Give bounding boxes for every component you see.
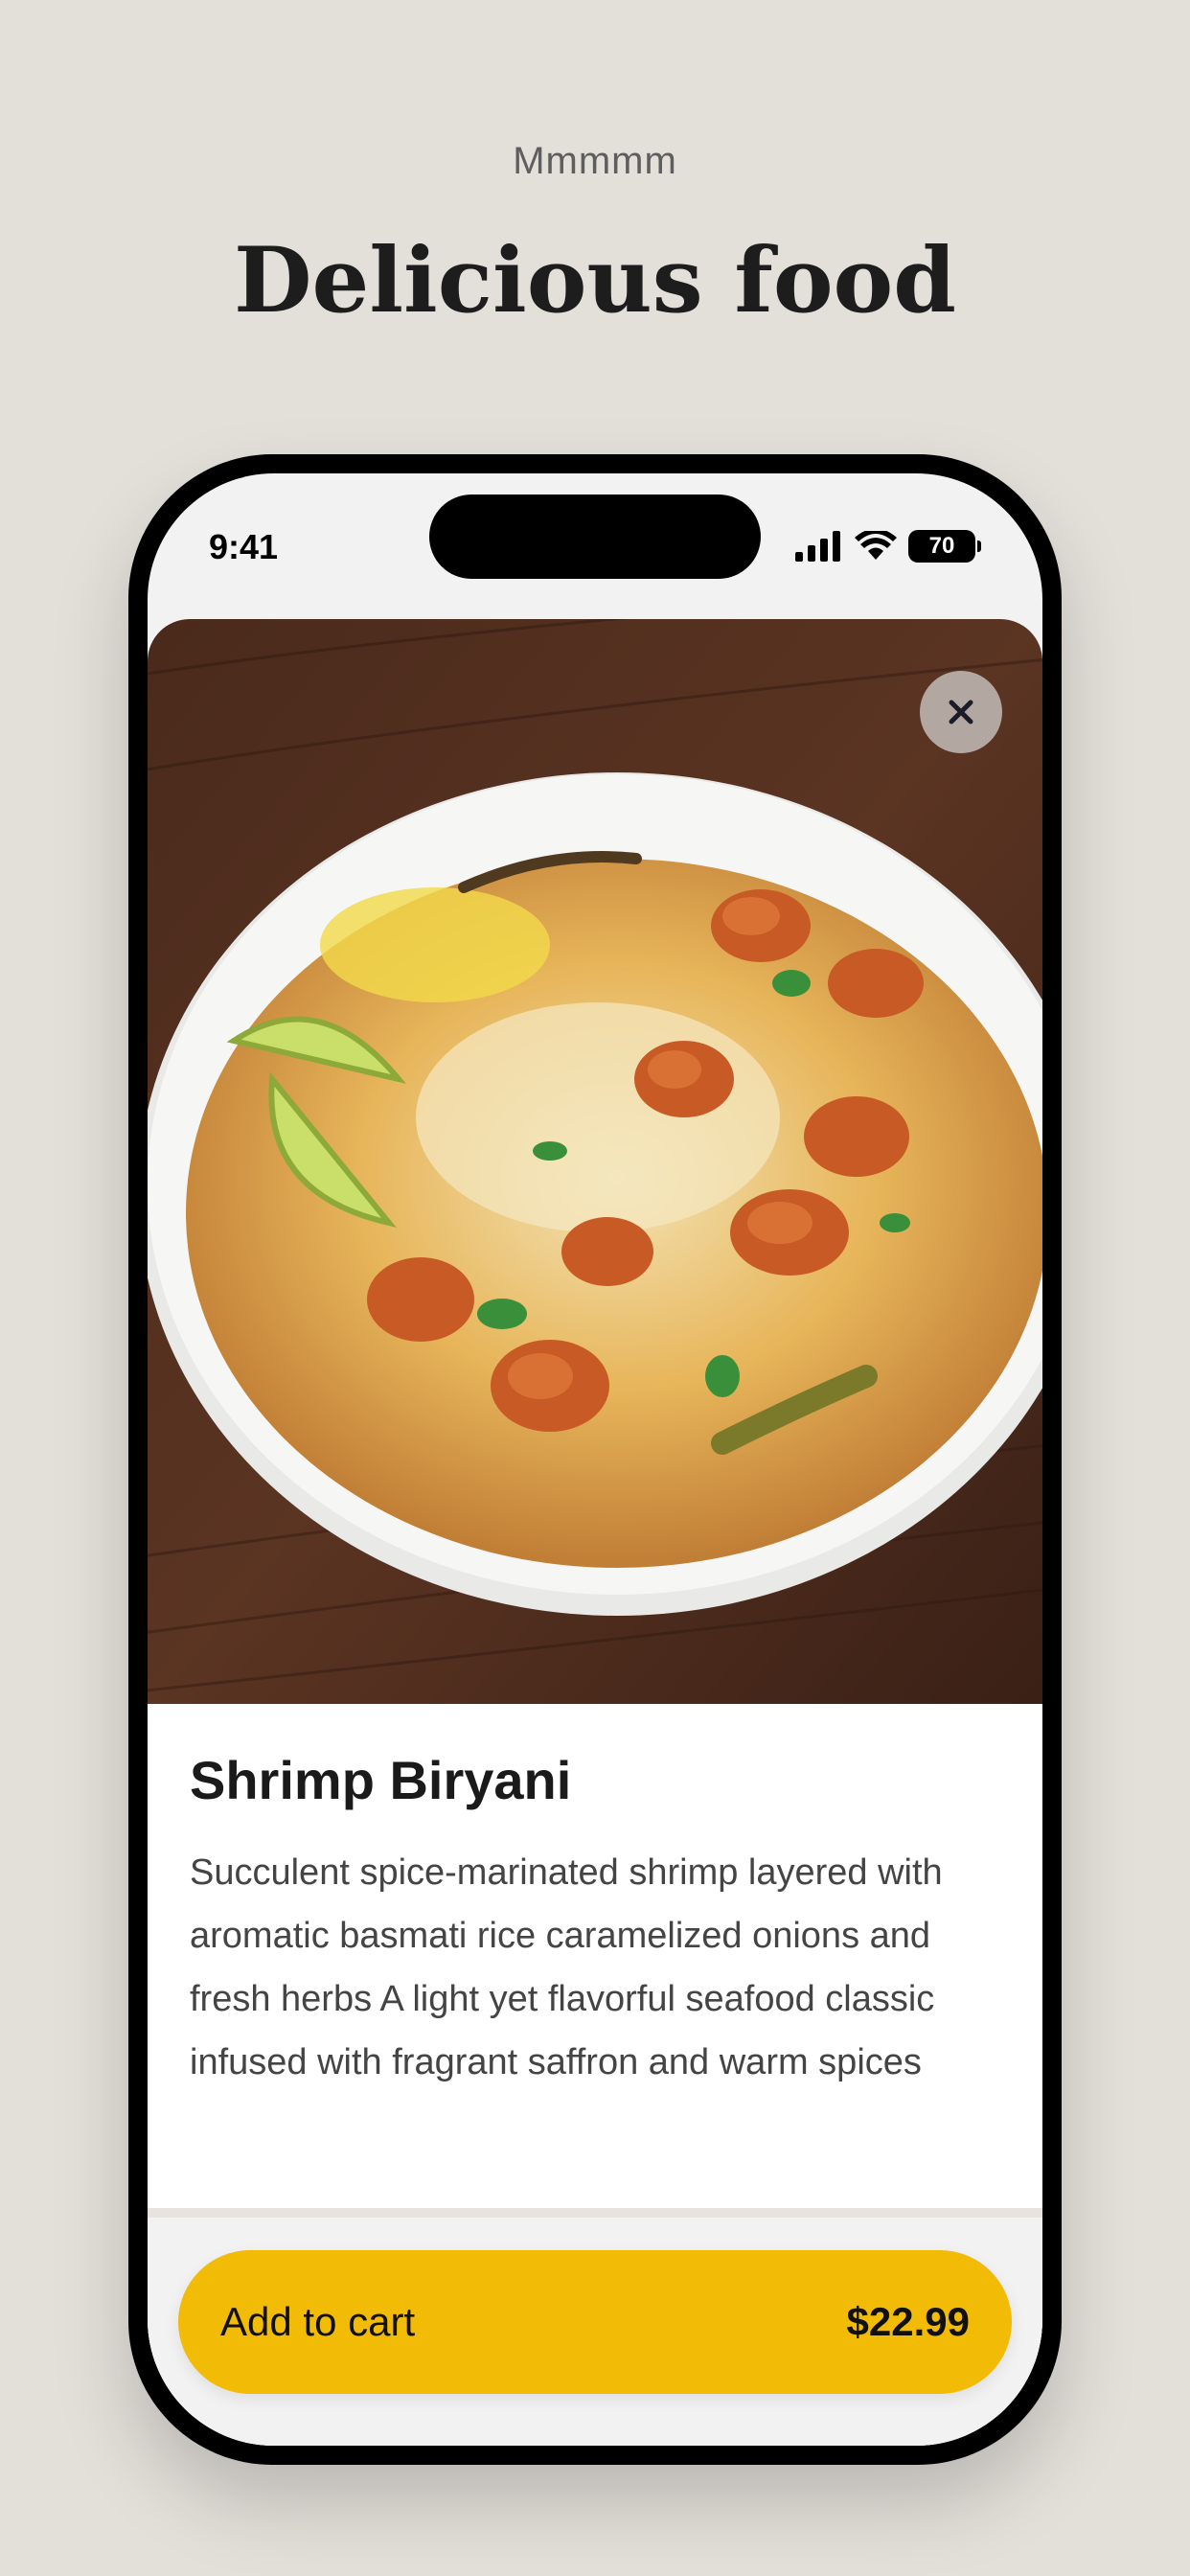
- product-sheet: Shrimp Biryani Succulent spice-marinated…: [148, 619, 1042, 2446]
- shrimp-biryani-photo: [148, 619, 1042, 1704]
- food-image: [148, 619, 1042, 1704]
- dynamic-island: [429, 494, 761, 579]
- product-description: Succulent spice-marinated shrimp layered…: [190, 1852, 943, 2083]
- add-to-cart-label: Add to cart: [220, 2299, 416, 2344]
- product-details: Shrimp Biryani Succulent spice-marinated…: [190, 1748, 1004, 2094]
- battery-level: 70: [908, 530, 975, 563]
- battery-icon: 70: [908, 530, 981, 563]
- battery-tip: [977, 540, 981, 552]
- divider: [148, 2208, 1042, 2218]
- status-icons: 70: [795, 527, 981, 565]
- cart-footer: Add to cart $22.99: [148, 2218, 1042, 2446]
- eyebrow-text: Mmmmm: [513, 140, 677, 182]
- add-to-cart-button[interactable]: Add to cart $22.99: [178, 2250, 1012, 2394]
- page: Mmmmm Delicious food 9:41 70 Shrimp Biry…: [0, 0, 1190, 2576]
- signal-icon: [795, 531, 840, 562]
- close-button[interactable]: [920, 671, 1002, 753]
- product-name: Shrimp Biryani: [190, 1750, 572, 1810]
- phone-screen: 9:41 70 Shrimp Biryani Succulent spice-m…: [148, 473, 1042, 2446]
- phone-frame: 9:41 70 Shrimp Biryani Succulent spice-m…: [128, 454, 1062, 2465]
- cart-price: $22.99: [846, 2299, 970, 2344]
- wifi-icon: [855, 531, 897, 560]
- status-bar: 9:41 70: [148, 473, 1042, 617]
- page-title: Delicious food: [234, 228, 956, 334]
- status-time: 9:41: [209, 527, 279, 566]
- close-icon: [949, 700, 973, 724]
